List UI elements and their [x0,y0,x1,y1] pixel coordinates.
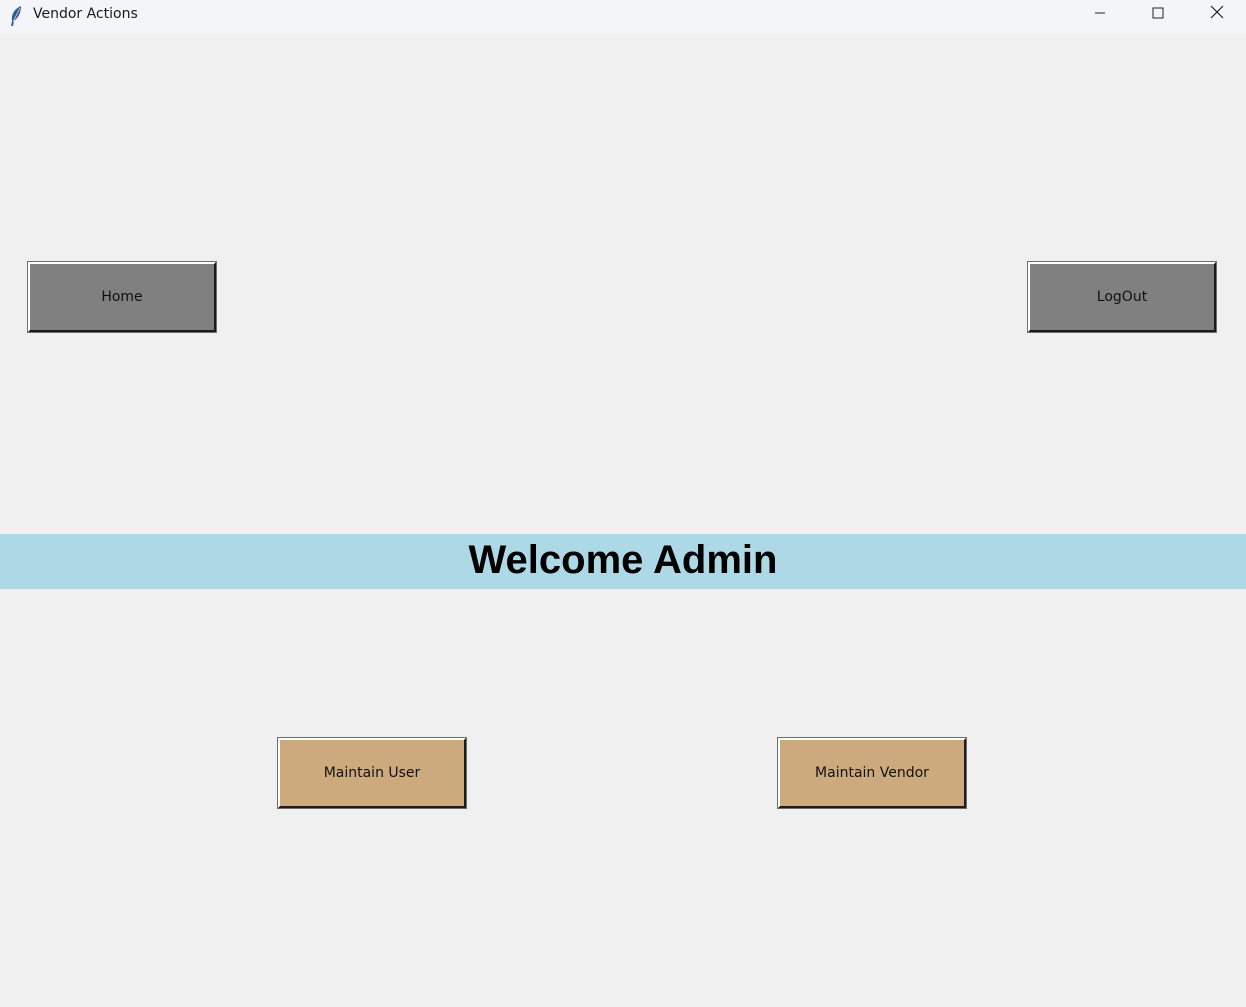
maintain-vendor-button[interactable]: Maintain Vendor [777,737,967,809]
window-title: Vendor Actions [33,6,138,22]
close-icon [1210,5,1224,24]
feather-icon [8,5,24,27]
app-window: Vendor Actions Home LogOut Welcome Admin… [0,0,1246,1007]
welcome-text: Welcome Admin [468,538,778,582]
maximize-icon [1152,6,1164,24]
maximize-button[interactable] [1135,0,1181,29]
logout-button[interactable]: LogOut [1027,261,1217,333]
maintain-user-button[interactable]: Maintain User [277,737,467,809]
minimize-button[interactable] [1077,0,1123,29]
minimize-icon [1094,6,1106,24]
title-bar[interactable]: Vendor Actions [0,0,1246,33]
home-button[interactable]: Home [27,261,217,333]
welcome-banner: Welcome Admin [0,534,1246,589]
close-button[interactable] [1194,0,1240,29]
